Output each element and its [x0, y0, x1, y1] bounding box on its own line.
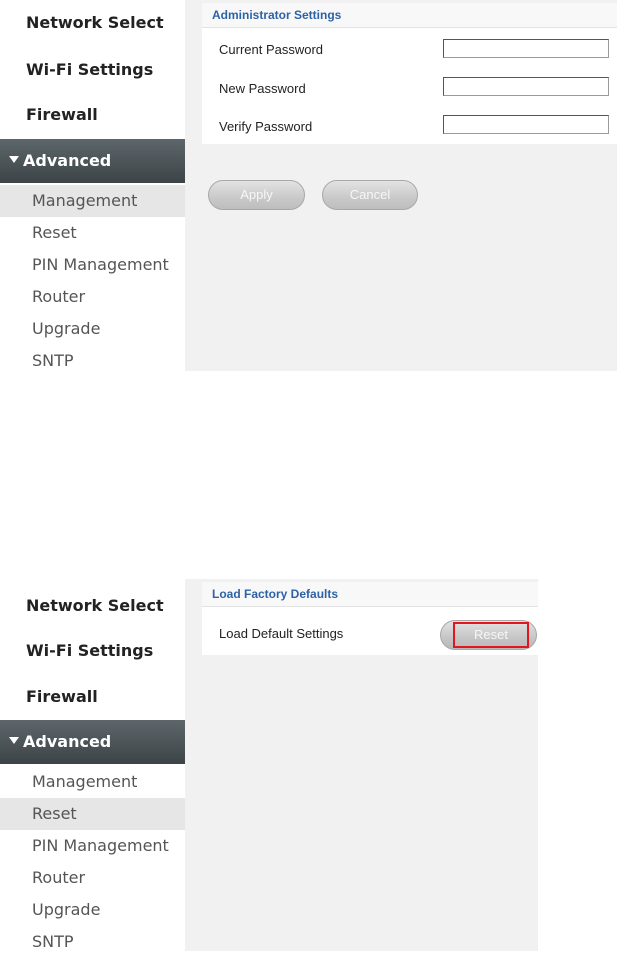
- verify-password-input[interactable]: [443, 115, 609, 134]
- apply-button[interactable]: Apply: [208, 180, 305, 210]
- section-title: Administrator Settings: [202, 3, 617, 28]
- sidebar: Network Select Wi-Fi Settings Firewall A…: [0, 579, 185, 951]
- sidebar-subitem-pin-management[interactable]: PIN Management: [0, 830, 185, 862]
- section-title: Load Factory Defaults: [202, 582, 538, 607]
- sidebar-subitem-reset[interactable]: Reset: [0, 798, 185, 830]
- sidebar-subitem-management[interactable]: Management: [0, 766, 185, 798]
- sidebar-item-label: Advanced: [23, 151, 112, 170]
- content-area: Administrator Settings Current Password …: [185, 0, 617, 371]
- sidebar-subitem-sntp[interactable]: SNTP: [0, 926, 185, 951]
- load-default-settings-label: Load Default Settings: [219, 626, 344, 641]
- verify-password-label: Verify Password: [219, 119, 313, 134]
- sidebar: Network Select Wi-Fi Settings Firewall A…: [0, 0, 185, 371]
- sidebar-subitem-management[interactable]: Management: [0, 185, 185, 217]
- sidebar-item-network-select[interactable]: Network Select: [26, 596, 164, 615]
- sidebar-subitem-router[interactable]: Router: [0, 862, 185, 894]
- sidebar-subitem-reset[interactable]: Reset: [0, 217, 185, 249]
- current-password-input[interactable]: [443, 39, 609, 58]
- cancel-button[interactable]: Cancel: [322, 180, 418, 210]
- sidebar-item-wifi-settings[interactable]: Wi-Fi Settings: [26, 641, 153, 660]
- caret-down-icon: [9, 737, 19, 744]
- sidebar-item-advanced[interactable]: Advanced: [0, 139, 185, 183]
- sidebar-subitem-sntp[interactable]: SNTP: [0, 345, 185, 371]
- sidebar-item-firewall[interactable]: Firewall: [26, 687, 98, 706]
- sidebar-item-wifi-settings[interactable]: Wi-Fi Settings: [26, 60, 153, 79]
- sidebar-item-network-select[interactable]: Network Select: [26, 13, 164, 32]
- current-password-label: Current Password: [219, 42, 324, 57]
- management-panel: Network Select Wi-Fi Settings Firewall A…: [0, 0, 617, 371]
- reset-button[interactable]: Reset: [440, 620, 537, 650]
- sidebar-subitem-upgrade[interactable]: Upgrade: [0, 313, 185, 345]
- admin-settings-section: Administrator Settings Current Password …: [202, 3, 617, 144]
- sidebar-item-advanced[interactable]: Advanced: [0, 720, 185, 764]
- reset-button-label: Reset: [453, 622, 529, 648]
- new-password-input[interactable]: [443, 77, 609, 96]
- sidebar-subitem-pin-management[interactable]: PIN Management: [0, 249, 185, 281]
- factory-defaults-section: Load Factory Defaults Load Default Setti…: [202, 582, 538, 655]
- sidebar-item-firewall[interactable]: Firewall: [26, 105, 98, 124]
- caret-down-icon: [9, 156, 19, 163]
- content-area: Load Factory Defaults Load Default Setti…: [185, 579, 538, 951]
- reset-panel: Network Select Wi-Fi Settings Firewall A…: [0, 579, 538, 951]
- sidebar-subitem-upgrade[interactable]: Upgrade: [0, 894, 185, 926]
- sidebar-subitem-router[interactable]: Router: [0, 281, 185, 313]
- new-password-label: New Password: [219, 81, 306, 96]
- sidebar-item-label: Advanced: [23, 732, 112, 751]
